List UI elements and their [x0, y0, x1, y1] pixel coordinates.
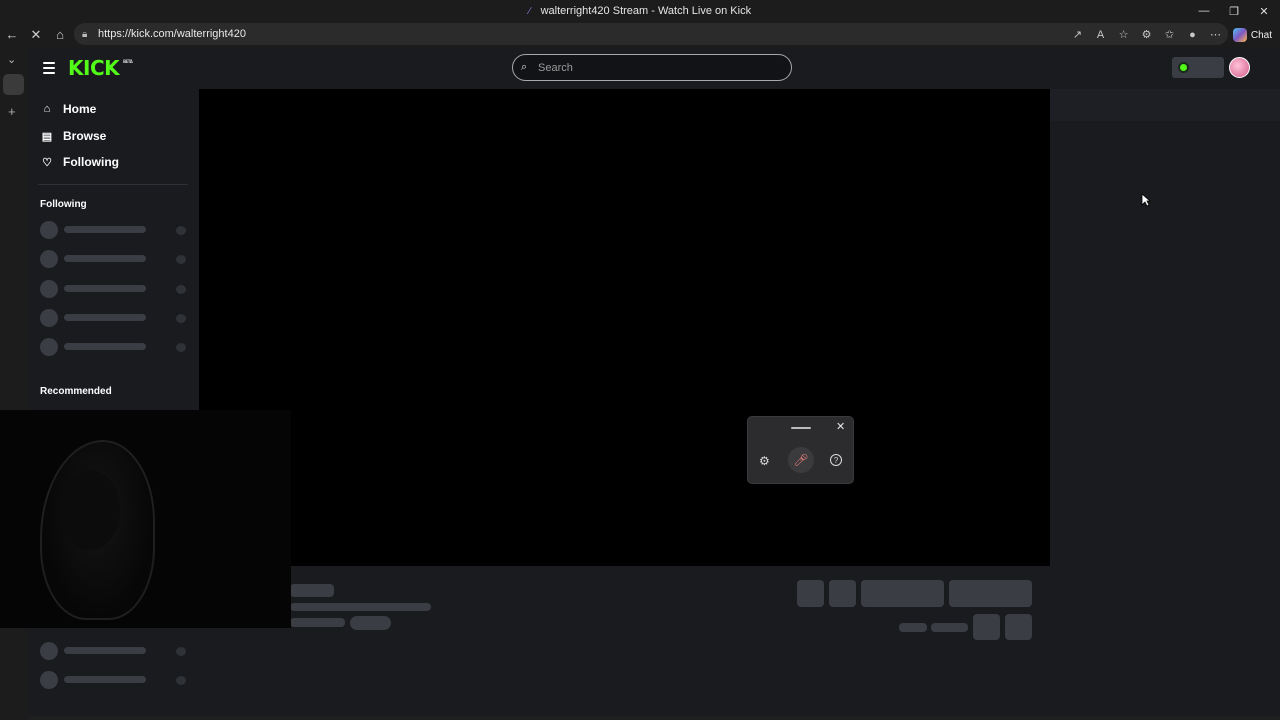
window-title-bar: ∕ walterright420 Stream - Watch Live on … [0, 0, 1280, 22]
more-button-skeleton [1005, 614, 1032, 640]
home-icon[interactable]: ⌂ [48, 23, 72, 47]
logo-text: KICK [68, 56, 120, 80]
read-aloud-icon[interactable]: A [1092, 29, 1109, 41]
restore-icon[interactable]: ❐ [1218, 0, 1250, 22]
more-menu-icon[interactable]: ⋯ [1207, 28, 1224, 41]
chat-label: Chat [1250, 29, 1272, 41]
sidebar-item-label: Following [63, 155, 119, 169]
drag-handle[interactable] [791, 427, 811, 429]
back-arrow-icon[interactable]: ← [0, 23, 24, 47]
page-loading-icon: ∕ [528, 5, 531, 17]
copilot-icon [1232, 28, 1247, 42]
recommended-skeleton-row [40, 641, 188, 661]
kicks-wallet-button[interactable] [1172, 57, 1224, 78]
active-tab[interactable] [3, 74, 24, 95]
microphone-icon[interactable]: 🎤︎ [788, 447, 814, 473]
follow-button-skeleton [861, 580, 944, 607]
home-icon: ⌂ [43, 103, 51, 115]
subscribe-button-skeleton [949, 580, 1032, 607]
sidebar-item-following[interactable]: ♡ Following [40, 152, 119, 172]
search-placeholder: Search [538, 61, 573, 74]
search-input[interactable]: ⌕ Search [512, 54, 792, 81]
figure-face-shadow [60, 470, 120, 550]
extensions-icon[interactable]: ⚙ [1138, 28, 1155, 41]
copilot-chat-button[interactable]: Chat [1232, 26, 1272, 44]
category-skeleton [290, 618, 345, 627]
help-icon[interactable]: ? [830, 454, 842, 466]
voice-access-widget[interactable]: ✕ ⚙ 🎤︎ ? [747, 416, 854, 484]
close-icon[interactable]: ✕ [836, 420, 845, 433]
lock-icon[interactable]: 🔒︎ [82, 29, 94, 40]
following-skeleton-row [40, 337, 188, 357]
window-title: walterright420 Stream - Watch Live on Ki… [540, 5, 752, 17]
sidebar-item-home[interactable]: ⌂ Home [40, 99, 97, 119]
chevron-down-icon[interactable]: ⌄ [7, 53, 16, 66]
following-skeleton-row [40, 249, 188, 269]
new-tab-icon[interactable]: + [8, 104, 16, 119]
kick-top-nav: KICK BETA ⌕ Search [28, 47, 1280, 89]
profile-icon[interactable]: ● [1184, 29, 1201, 41]
gear-icon[interactable]: ⚙ [759, 454, 770, 468]
logo-beta-badge: BETA [123, 59, 133, 64]
share-button-skeleton [973, 614, 1000, 640]
video-player[interactable] [199, 89, 1050, 566]
minimize-icon[interactable]: — [1188, 0, 1220, 22]
tag-skeleton [350, 616, 391, 630]
following-skeleton-row [40, 220, 188, 240]
kick-coin-icon [1178, 62, 1189, 73]
kick-logo[interactable]: KICK BETA [68, 56, 133, 80]
following-section-title: Following [40, 199, 87, 210]
browse-icon: ▤ [41, 130, 53, 143]
stop-loading-icon[interactable]: ✕ [24, 23, 48, 47]
hamburger-menu-icon[interactable] [43, 62, 55, 77]
favorites-bar-icon[interactable]: ✩ [1161, 28, 1178, 41]
close-window-icon[interactable]: ✕ [1248, 0, 1280, 22]
search-icon: ⌕ [521, 61, 528, 73]
channel-name-skeleton [290, 584, 334, 597]
uptime-skeleton [931, 623, 968, 632]
address-bar-tools: ↗ A ☆ ⚙ ✩ ● ⋯ [1069, 22, 1224, 47]
viewer-count-skeleton [899, 623, 927, 632]
chat-panel [1050, 89, 1280, 716]
user-avatar[interactable] [1229, 57, 1250, 78]
sidebar-item-browse[interactable]: ▤ Browse [40, 126, 107, 146]
address-bar[interactable]: 🔒︎ https://kick.com/walterright420 [74, 23, 1228, 45]
sidebar-item-label: Home [63, 102, 97, 116]
action-button-skeleton [829, 580, 856, 607]
recommended-section-title: Recommended [40, 386, 112, 397]
recommended-skeleton-row [40, 670, 188, 690]
following-skeleton-row [40, 308, 188, 328]
favorite-star-icon[interactable]: ☆ [1115, 28, 1132, 41]
sidebar-item-label: Browse [63, 129, 107, 143]
following-skeleton-row [40, 279, 188, 299]
chat-header-skeleton [1050, 89, 1280, 121]
webcam-overlay [0, 410, 291, 628]
mouse-cursor-icon [1141, 193, 1151, 207]
heart-icon: ♡ [42, 156, 52, 169]
sidebar-divider [38, 184, 188, 185]
action-button-skeleton [797, 580, 824, 607]
address-url: https://kick.com/walterright420 [98, 28, 246, 40]
stream-title-skeleton [290, 603, 431, 611]
open-in-app-icon[interactable]: ↗ [1069, 28, 1086, 41]
